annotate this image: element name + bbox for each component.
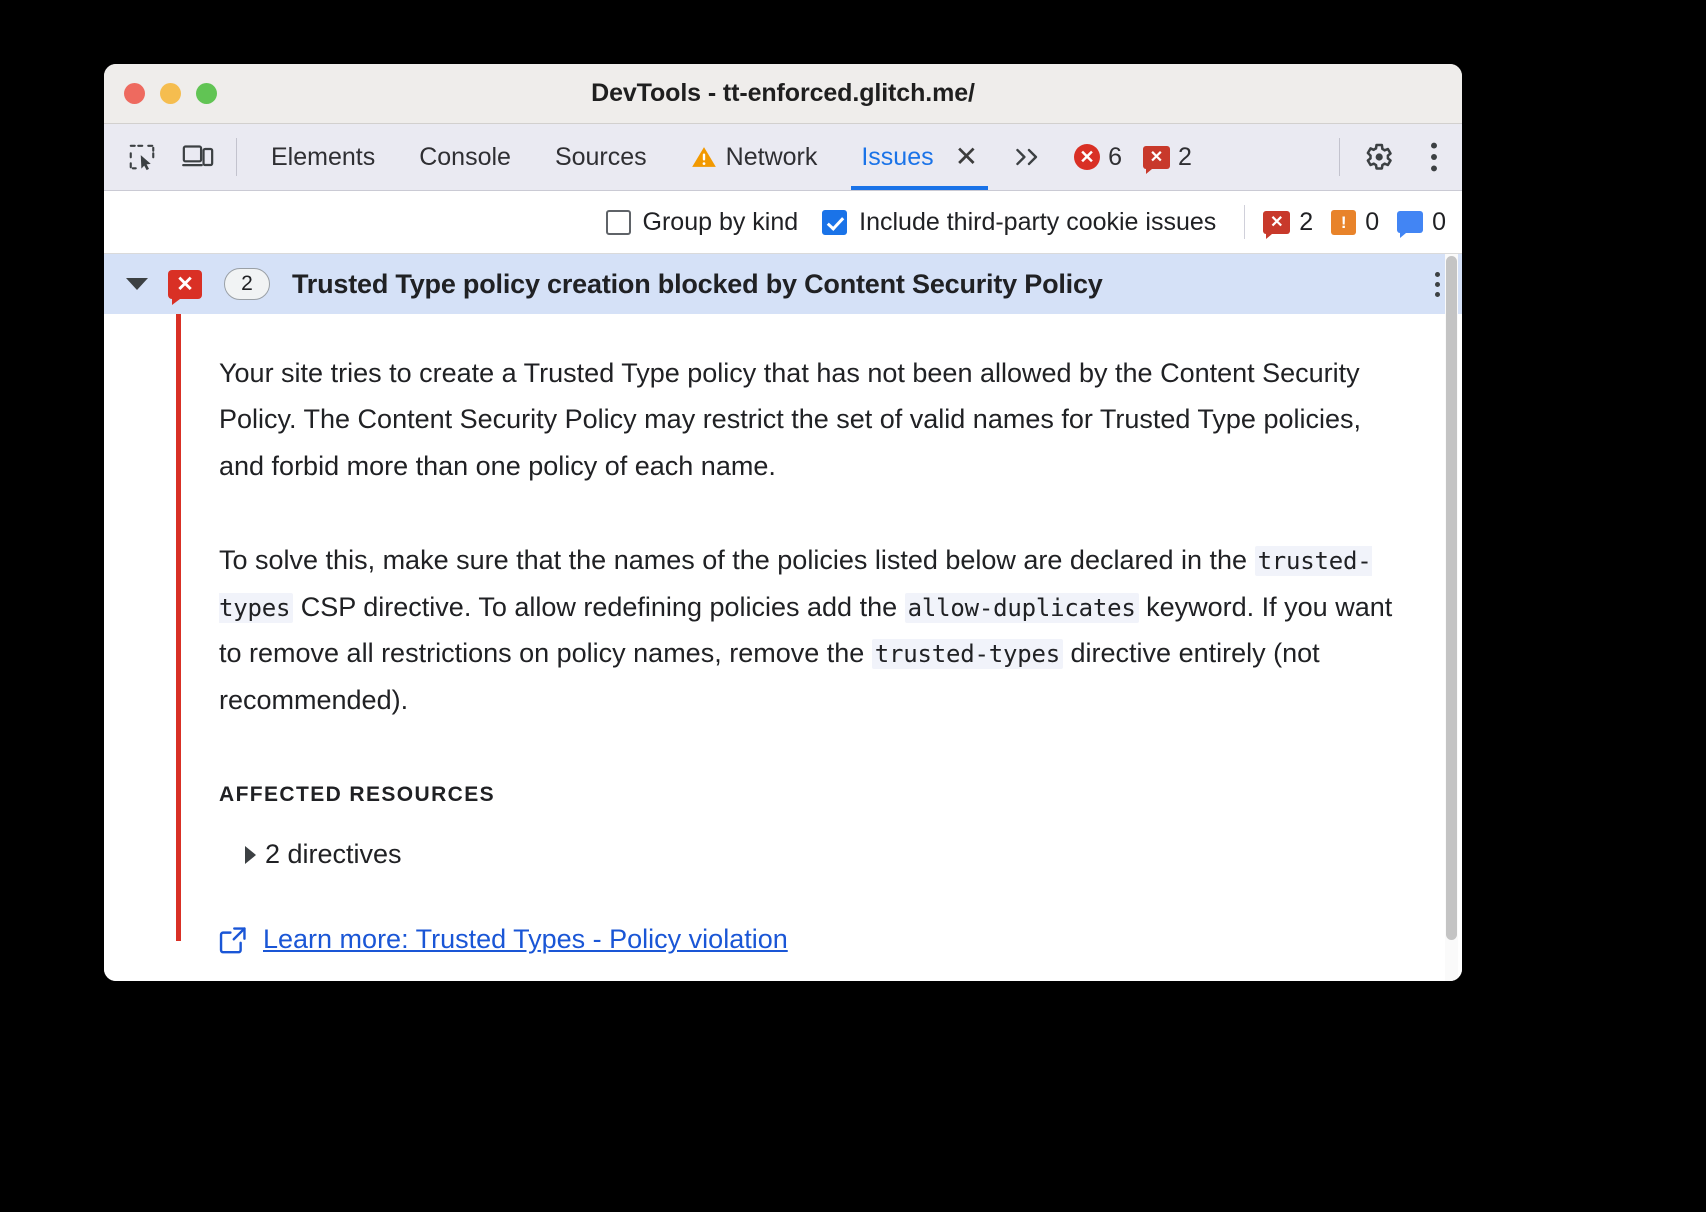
third-party-cookie-box[interactable]	[822, 209, 848, 235]
issue-error-icon: ✕	[168, 269, 202, 305]
issue-title: Trusted Type policy creation blocked by …	[292, 268, 1103, 299]
issue-counter[interactable]: ✕ 2	[1143, 142, 1192, 174]
tabbar-counters: ✕ 6 ✕ 2	[1058, 124, 1200, 190]
window-title: DevTools - tt-enforced.glitch.me/	[591, 79, 975, 107]
tab-elements-label: Elements	[271, 142, 376, 171]
tab-network[interactable]: Network	[669, 124, 840, 190]
info-chip-icon	[1397, 211, 1424, 238]
tab-sources-label: Sources	[554, 142, 647, 171]
issues-list: ✕ 2 Trusted Type policy creation blocked…	[104, 254, 1462, 981]
filter-info-count[interactable]: 0	[1397, 207, 1446, 238]
tab-console[interactable]: Console	[397, 124, 533, 190]
error-count: 6	[1108, 142, 1122, 171]
issues-scrollbar-thumb[interactable]	[1446, 256, 1457, 940]
more-tabs-icon[interactable]	[1000, 124, 1058, 190]
close-window-button[interactable]	[124, 83, 145, 104]
issue-header-row[interactable]: ✕ 2 Trusted Type policy creation blocked…	[104, 254, 1462, 314]
filterbar-divider	[1244, 205, 1246, 239]
issue-kebab-menu-icon[interactable]	[1435, 271, 1440, 297]
chevron-right-icon[interactable]	[245, 845, 256, 864]
tab-network-label: Network	[725, 142, 818, 171]
affected-resources-heading: AFFECTED RESOURCES	[219, 783, 496, 807]
filter-warning-count[interactable]: ! 0	[1331, 208, 1379, 237]
error-circle-icon: ✕	[1074, 144, 1101, 170]
filter-info-value: 0	[1432, 207, 1446, 236]
error-counter[interactable]: ✕ 6	[1074, 143, 1122, 172]
close-icon[interactable]: ✕	[955, 143, 978, 171]
tab-elements[interactable]: Elements	[249, 124, 397, 190]
issue-count: 2	[1178, 142, 1192, 171]
device-toolbar-icon[interactable]	[170, 124, 226, 190]
tab-issues-label: Issues	[861, 142, 934, 171]
issue-count-badge: 2	[224, 268, 270, 300]
issue-paragraph-2: To solve this, make sure that the names …	[219, 537, 1402, 723]
group-by-kind-label: Group by kind	[642, 207, 799, 236]
issues-filter-bar: Group by kind Include third-party cookie…	[104, 191, 1462, 254]
toolbar-divider	[236, 138, 237, 176]
kebab-menu-icon[interactable]	[1406, 124, 1462, 190]
toolbar-divider-right	[1339, 138, 1340, 176]
gear-icon[interactable]	[1350, 124, 1406, 190]
affected-directives-label: 2 directives	[265, 839, 402, 870]
code-allow-duplicates: allow-duplicates	[904, 592, 1139, 623]
issue-paragraph-1: Your site tries to create a Trusted Type…	[219, 358, 1361, 481]
issue-chip-icon: ✕	[1263, 210, 1291, 239]
issue-body-content: Your site tries to create a Trusted Type…	[104, 314, 1462, 955]
external-link-icon	[219, 926, 247, 954]
devtools-window: DevTools - tt-enforced.glitch.me/ Elemen…	[104, 64, 1462, 981]
traffic-lights	[124, 64, 217, 123]
tabbar-right-actions	[1329, 124, 1462, 190]
tab-console-label: Console	[419, 142, 511, 171]
third-party-cookie-label: Include third-party cookie issues	[859, 207, 1217, 236]
tab-issues[interactable]: Issues ✕	[839, 124, 1000, 190]
issues-scrollbar[interactable]	[1445, 254, 1458, 981]
issue-p2-part1: To solve this, make sure that the names …	[219, 545, 1255, 576]
window-titlebar: DevTools - tt-enforced.glitch.me/	[104, 64, 1462, 124]
third-party-cookie-checkbox[interactable]: Include third-party cookie issues	[822, 208, 1216, 237]
filter-issue-value: 2	[1299, 207, 1314, 236]
chevron-down-icon[interactable]	[126, 278, 148, 290]
learn-more-link[interactable]: Learn more: Trusted Types - Policy viola…	[263, 924, 788, 955]
warning-triangle-icon	[691, 145, 717, 169]
filterbar-counts: ✕ 2 ! 0 0	[1263, 207, 1446, 239]
minimize-window-button[interactable]	[160, 83, 181, 104]
warning-chip-icon: !	[1331, 209, 1357, 235]
issue-body: Your site tries to create a Trusted Type…	[104, 314, 1462, 981]
devtools-tabbar: Elements Console Sources Network Issues …	[104, 124, 1462, 191]
issue-severity-bar	[176, 314, 181, 941]
filter-issue-count[interactable]: ✕ 2	[1263, 207, 1314, 239]
group-by-kind-checkbox[interactable]: Group by kind	[605, 207, 799, 237]
affected-directives-toggle[interactable]: 2 directives	[245, 839, 1402, 870]
zoom-window-button[interactable]	[196, 83, 217, 104]
issue-chip-icon: ✕	[1143, 145, 1170, 174]
inspect-element-icon[interactable]	[114, 124, 170, 190]
issue-p2-part2: CSP directive. To allow redefining polic…	[293, 591, 905, 622]
screenshot-root: DevTools - tt-enforced.glitch.me/ Elemen…	[0, 0, 1706, 1212]
filter-warning-value: 0	[1365, 207, 1380, 236]
group-by-kind-box[interactable]	[605, 209, 631, 235]
learn-more-row: Learn more: Trusted Types - Policy viola…	[219, 924, 1402, 955]
code-trusted-types-2: trusted-types	[871, 639, 1064, 670]
tab-sources[interactable]: Sources	[533, 124, 669, 190]
